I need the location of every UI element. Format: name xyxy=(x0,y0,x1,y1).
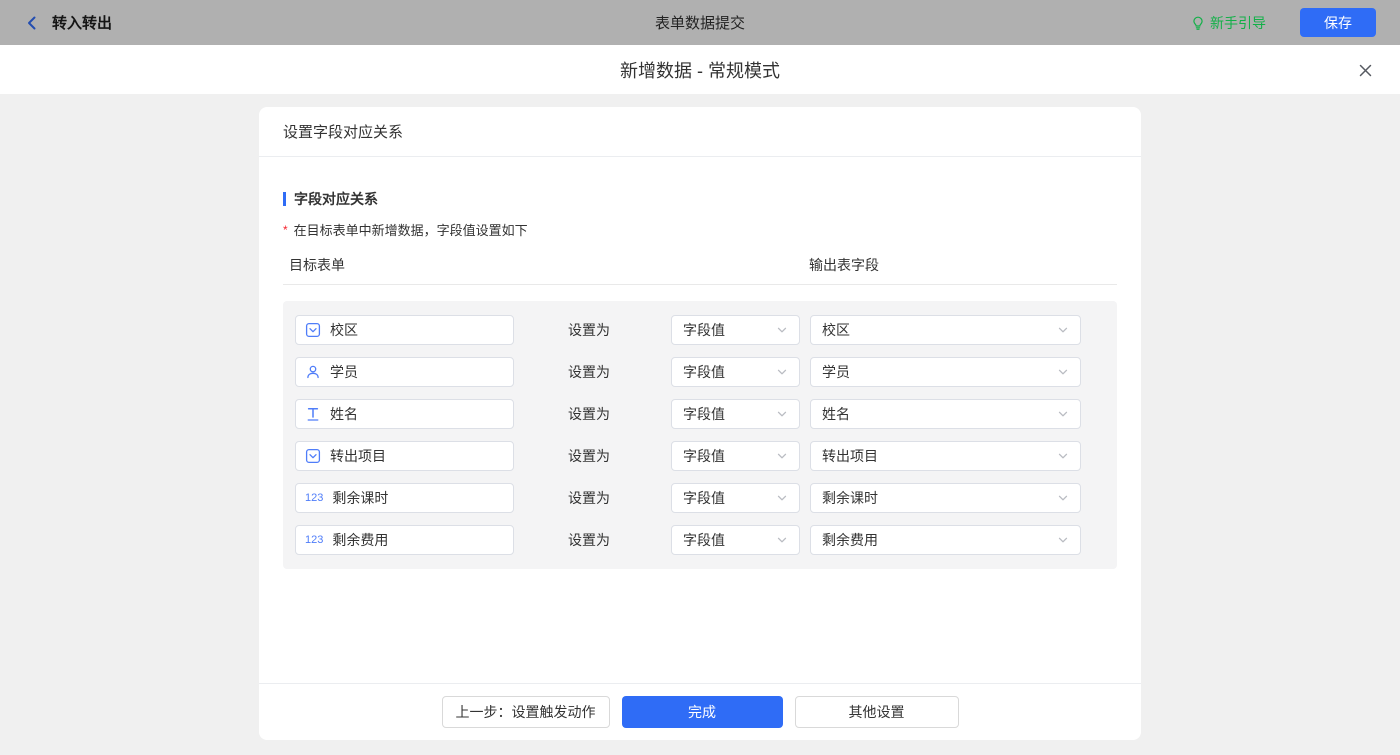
value-mode-select[interactable]: 字段值 xyxy=(671,315,800,345)
value-mode-select[interactable]: 字段值 xyxy=(671,441,800,471)
field-mapping-row: 学员 设置为 字段值 学员 xyxy=(295,357,1105,387)
section-note-text: 在目标表单中新增数据，字段值设置如下 xyxy=(294,220,528,239)
previous-step-button[interactable]: 上一步：设置触发动作 xyxy=(442,696,610,728)
card-footer: 上一步：设置触发动作 完成 其他设置 xyxy=(259,683,1141,740)
set-as-label: 设置为 xyxy=(568,446,612,466)
output-field-select[interactable]: 剩余课时 xyxy=(810,483,1081,513)
required-mark: * xyxy=(283,223,288,237)
number-field-icon: 123 xyxy=(305,535,323,546)
field-mapping-row: 转出项目 设置为 字段值 转出项目 xyxy=(295,441,1105,471)
back-icon[interactable] xyxy=(24,15,40,31)
member-field-icon xyxy=(305,364,321,380)
value-mode-selected: 字段值 xyxy=(683,446,725,466)
section-note: * 在目标表单中新增数据，字段值设置如下 xyxy=(283,220,1117,239)
value-mode-select[interactable]: 字段值 xyxy=(671,399,800,429)
set-as-label: 设置为 xyxy=(568,320,612,340)
field-mapping-rows: 校区 设置为 字段值 校区 xyxy=(283,301,1117,569)
set-as-label: 设置为 xyxy=(568,530,612,550)
target-field-label: 校区 xyxy=(330,320,358,340)
output-field-select[interactable]: 姓名 xyxy=(810,399,1081,429)
close-icon[interactable] xyxy=(1354,59,1376,81)
dim-overlay xyxy=(0,0,1400,45)
output-field-select[interactable]: 剩余费用 xyxy=(810,525,1081,555)
chevron-down-icon xyxy=(1057,408,1069,420)
target-field-input[interactable]: 转出项目 xyxy=(295,441,514,471)
other-settings-button[interactable]: 其他设置 xyxy=(795,696,959,728)
output-field-selected: 校区 xyxy=(822,320,850,340)
number-field-icon: 123 xyxy=(305,493,323,504)
target-field-input[interactable]: 123 剩余费用 xyxy=(295,525,514,555)
modal-body: 设置字段对应关系 字段对应关系 * 在目标表单中新增数据，字段值设置如下 目标表… xyxy=(0,95,1400,755)
page-title: 表单数据提交 xyxy=(0,12,1400,33)
section-accent-bar xyxy=(283,192,286,206)
field-mapping-row: 姓名 设置为 字段值 姓名 xyxy=(295,399,1105,429)
target-field-label: 学员 xyxy=(330,362,358,382)
text-field-icon xyxy=(305,406,321,422)
output-field-selected: 姓名 xyxy=(822,404,850,424)
chevron-down-icon xyxy=(776,534,788,546)
value-mode-selected: 字段值 xyxy=(683,530,725,550)
field-mapping-row: 校区 设置为 字段值 校区 xyxy=(295,315,1105,345)
beginner-guide-label: 新手引导 xyxy=(1210,13,1266,33)
target-field-label: 剩余课时 xyxy=(332,488,388,508)
done-button[interactable]: 完成 xyxy=(622,696,783,728)
value-mode-select[interactable]: 字段值 xyxy=(671,525,800,555)
field-mapping-card: 设置字段对应关系 字段对应关系 * 在目标表单中新增数据，字段值设置如下 目标表… xyxy=(259,107,1141,740)
value-mode-selected: 字段值 xyxy=(683,362,725,382)
set-as-label: 设置为 xyxy=(568,404,612,424)
chevron-down-icon xyxy=(1057,324,1069,336)
chevron-down-icon xyxy=(776,450,788,462)
lightbulb-icon xyxy=(1191,16,1205,30)
target-field-input[interactable]: 学员 xyxy=(295,357,514,387)
value-mode-select[interactable]: 字段值 xyxy=(671,357,800,387)
back-label[interactable]: 转入转出 xyxy=(52,12,112,33)
output-field-select[interactable]: 校区 xyxy=(810,315,1081,345)
value-mode-selected: 字段值 xyxy=(683,404,725,424)
chevron-down-icon xyxy=(776,366,788,378)
set-as-label: 设置为 xyxy=(568,488,612,508)
chevron-down-icon xyxy=(776,324,788,336)
output-field-selected: 转出项目 xyxy=(822,446,878,466)
column-header-output-fields: 输出表字段 xyxy=(809,255,1117,275)
target-field-input[interactable]: 姓名 xyxy=(295,399,514,429)
chevron-down-icon xyxy=(776,492,788,504)
target-field-input[interactable]: 123 剩余课时 xyxy=(295,483,514,513)
target-field-input[interactable]: 校区 xyxy=(295,315,514,345)
output-field-selected: 学员 xyxy=(822,362,850,382)
app-topbar: 转入转出 表单数据提交 新手引导 保存 xyxy=(0,0,1400,45)
value-mode-selected: 字段值 xyxy=(683,488,725,508)
chevron-down-icon xyxy=(1057,366,1069,378)
output-field-selected: 剩余课时 xyxy=(822,488,878,508)
chevron-down-icon xyxy=(1057,534,1069,546)
column-headers: 目标表单 输出表字段 xyxy=(283,255,1117,285)
field-mapping-row: 123 剩余课时 设置为 字段值 剩余课时 xyxy=(295,483,1105,513)
select-field-icon xyxy=(305,322,321,338)
target-field-label: 剩余费用 xyxy=(332,530,388,550)
chevron-down-icon xyxy=(776,408,788,420)
section-title-label: 字段对应关系 xyxy=(294,189,378,209)
output-field-select[interactable]: 学员 xyxy=(810,357,1081,387)
chevron-down-icon xyxy=(1057,492,1069,504)
modal-title: 新增数据 - 常规模式 xyxy=(620,57,780,83)
set-as-label: 设置为 xyxy=(568,362,612,382)
target-field-label: 姓名 xyxy=(330,404,358,424)
select-field-icon xyxy=(305,448,321,464)
field-mapping-row: 123 剩余费用 设置为 字段值 剩余费用 xyxy=(295,525,1105,555)
card-title: 设置字段对应关系 xyxy=(259,107,1141,157)
value-mode-selected: 字段值 xyxy=(683,320,725,340)
beginner-guide-link[interactable]: 新手引导 xyxy=(1191,13,1266,33)
modal-header: 新增数据 - 常规模式 xyxy=(0,45,1400,95)
output-field-select[interactable]: 转出项目 xyxy=(810,441,1081,471)
target-field-label: 转出项目 xyxy=(330,446,386,466)
save-button[interactable]: 保存 xyxy=(1300,8,1376,37)
value-mode-select[interactable]: 字段值 xyxy=(671,483,800,513)
section-title: 字段对应关系 xyxy=(283,189,1117,209)
chevron-down-icon xyxy=(1057,450,1069,462)
output-field-selected: 剩余费用 xyxy=(822,530,878,550)
column-header-target-form: 目标表单 xyxy=(283,255,809,275)
